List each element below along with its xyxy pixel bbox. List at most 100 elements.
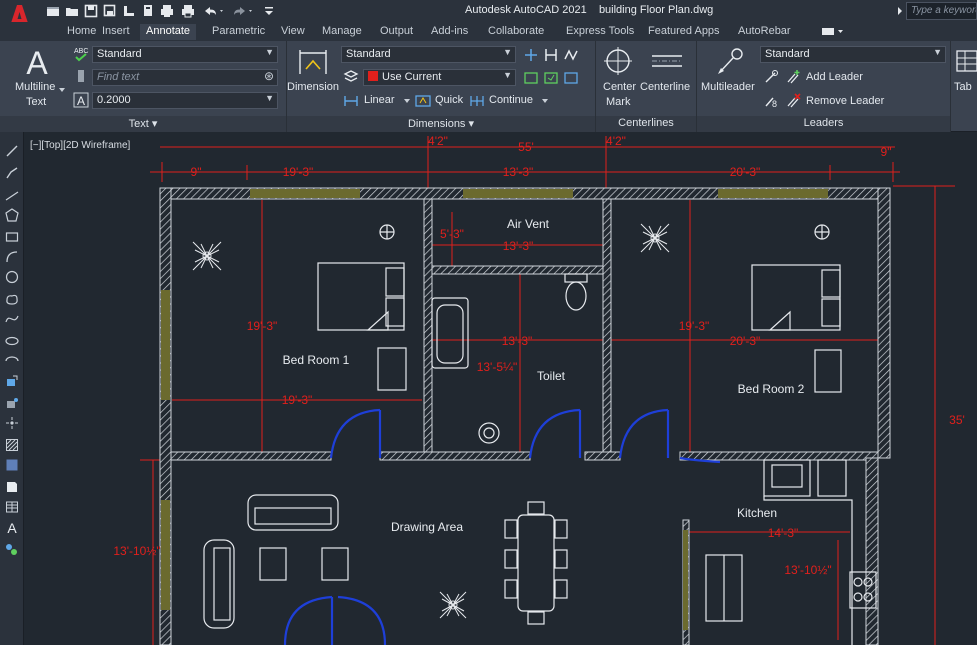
linear-dropdown-icon[interactable] [403,97,411,105]
open-web-icon[interactable] [122,4,136,18]
save-web-icon[interactable] [141,4,155,18]
table-label[interactable]: Tab [954,81,972,93]
text-panel-title[interactable]: Text ▾ [0,116,286,132]
svg-text:A: A [77,94,85,108]
tab-manage[interactable]: Manage [316,24,368,40]
center-mark-label-2[interactable]: Mark [606,96,630,108]
save-as-icon[interactable] [103,4,117,18]
table-icon[interactable] [955,49,977,73]
undo-icon[interactable] [203,4,225,18]
redo-icon[interactable] [232,4,254,18]
multiline-text-label-2[interactable]: Text [26,96,46,108]
table-tool-icon[interactable] [5,500,19,514]
dimension-icon[interactable] [297,47,329,77]
tab-parametric[interactable]: Parametric [206,24,271,40]
multiline-text-icon[interactable]: A [20,46,54,80]
multiline-text-label-1[interactable]: Multiline [15,81,55,93]
center-mark-label-1[interactable]: Center [603,81,636,93]
tab-featured-apps[interactable]: Featured Apps [642,24,726,40]
spell-check-icon[interactable]: ABC [73,46,89,62]
circle-tool-icon[interactable] [5,270,19,284]
multileader-label[interactable]: Multileader [701,81,755,93]
dim-layer-select[interactable]: Use Current ▼ [363,69,516,86]
search-input[interactable]: Type a keyword [906,2,977,20]
linear-dim-button[interactable]: Linear [364,94,395,106]
svg-text:A: A [7,520,17,534]
multiline-dropdown-icon[interactable] [58,86,66,94]
insert-block-icon[interactable] [5,374,19,388]
polyline-tool-icon[interactable] [5,166,19,180]
make-block-icon[interactable] [5,396,19,410]
leaders-panel: Multileader Standard ▼ Add Leader 8 Remov… [697,41,951,132]
linear-dim-icon [344,96,358,106]
dim-break-icon[interactable] [523,47,539,63]
tab-output[interactable]: Output [374,24,419,40]
revcloud-tool-icon[interactable] [5,292,19,306]
tab-collaborate[interactable]: Collaborate [482,24,550,40]
arc-tool-icon[interactable] [5,250,19,264]
add-leader-button[interactable]: Add Leader [806,71,863,83]
ribbon-toggle-icon[interactable] [820,26,846,38]
text-panel: A Multiline Text ABC Standard ▼ Find text… [0,41,287,132]
region-tool-icon[interactable] [5,480,19,494]
leader-style-select[interactable]: Standard ▼ [760,46,946,63]
ellipse-arc-tool-icon[interactable] [5,354,19,368]
mtext-tool-icon[interactable]: A [5,520,19,534]
remove-leader-button[interactable]: Remove Leader [806,95,884,107]
leaders-panel-title[interactable]: Leaders [697,116,950,132]
dimension-label[interactable]: Dimension [287,81,339,93]
rectangle-tool-icon[interactable] [5,230,19,244]
dim-update-icon[interactable] [543,70,559,86]
find-text-icon [78,70,84,82]
multileader-icon[interactable] [715,46,745,76]
centerline-icon[interactable] [650,51,684,71]
tab-add-ins[interactable]: Add-ins [425,24,474,40]
plot-icon[interactable] [160,4,174,18]
title-bar: Autodesk AutoCAD 2021 building Floor Pla… [0,0,977,29]
gradient-tool-icon[interactable] [5,458,19,472]
quick-dim-button[interactable]: Quick [435,94,463,106]
point-tool-icon[interactable] [5,416,19,430]
add-leader-icon [787,70,800,84]
tab-annotate[interactable]: Annotate [140,24,197,40]
centerline-label[interactable]: Centerline [640,81,690,93]
leader-collect-icon[interactable]: 8 [763,93,779,109]
spline-tool-icon[interactable] [5,312,19,326]
continue-dim-button[interactable]: Continue [489,94,533,106]
add-selected-icon[interactable] [5,542,19,556]
remove-leader-icon [787,93,801,108]
dimensions-panel: Dimension Standard ▼ Use Current ▼ Linear … [287,41,596,132]
find-text-input[interactable]: Find text ⊛ [92,69,278,86]
dim-jog-icon[interactable] [563,47,579,63]
search-expand-icon[interactable] [896,5,904,17]
tab-insert[interactable]: Insert [96,24,136,40]
center-mark-icon[interactable] [603,46,633,76]
ribbon: A Multiline Text ABC Standard ▼ Find text… [0,41,977,132]
ray-tool-icon[interactable] [5,188,19,202]
dimensions-panel-title[interactable]: Dimensions ▾ [287,116,595,132]
drawing-canvas[interactable] [24,132,977,645]
text-height-select[interactable]: 0.2000 ▼ [92,92,278,109]
svg-text:8: 8 [772,99,777,109]
dim-inspect-icon[interactable] [523,70,539,86]
print-icon[interactable] [181,4,195,18]
continue-dropdown-icon[interactable] [541,97,549,105]
tab-autorebar[interactable]: AutoRebar [732,24,797,40]
dim-reassociate-icon[interactable] [563,70,579,86]
draw-toolstrip: A [0,132,24,645]
leader-align-icon[interactable] [763,69,779,85]
save-icon[interactable] [84,4,98,18]
text-style-select[interactable]: Standard ▼ [92,46,278,63]
hatch-tool-icon[interactable] [5,438,19,452]
tab-express-tools[interactable]: Express Tools [560,24,640,40]
viewport-controls[interactable]: [−][Top][2D Wireframe] [30,140,130,151]
tab-view[interactable]: View [275,24,311,40]
dim-style-select[interactable]: Standard ▼ [341,46,516,63]
ellipse-tool-icon[interactable] [5,334,19,348]
polygon-tool-icon[interactable] [5,208,19,222]
dim-adjust-space-icon[interactable] [543,47,559,63]
new-file-icon[interactable] [46,4,60,18]
quick-access-menu-icon[interactable] [262,4,276,18]
open-folder-icon[interactable] [65,4,79,18]
line-tool-icon[interactable] [5,144,19,158]
